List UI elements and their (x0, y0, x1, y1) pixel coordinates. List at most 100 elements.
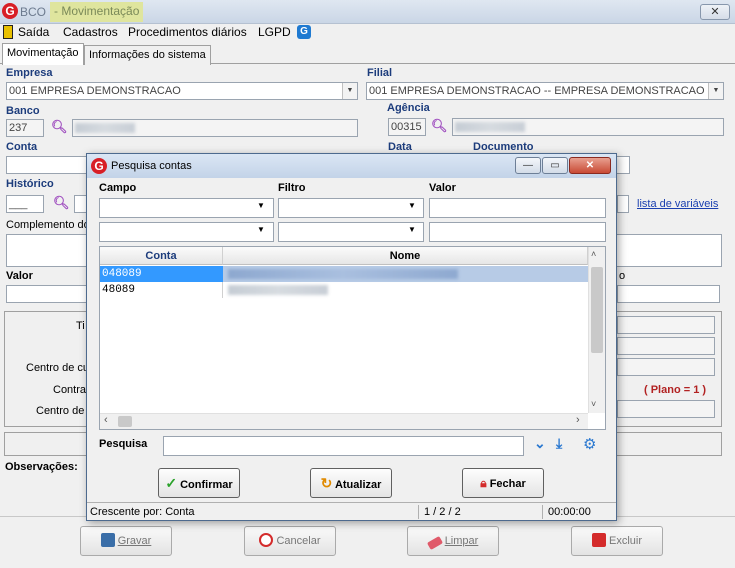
plano-text: ( Plano = 1 ) (644, 384, 707, 396)
dialog-logo-icon: G (91, 158, 107, 174)
dialog-status-bar: Crescente por: Conta 1 / 2 / 2 00:00:00 (87, 502, 616, 520)
banco-search-icon[interactable]: 🔍︎ (51, 119, 68, 135)
menu-lgpd[interactable]: LGPD (258, 25, 291, 39)
tipo-label: Ti (76, 320, 85, 332)
agencia-name-field (452, 118, 724, 136)
documento-label: Documento (473, 141, 534, 153)
status-sort: Crescente por: Conta (87, 505, 419, 519)
exit-door-icon (3, 25, 13, 39)
scroll-down-icon[interactable]: ˅ (591, 399, 596, 409)
conta-label: Conta (6, 141, 38, 153)
scroll-right-icon[interactable]: › (576, 414, 580, 426)
tab-system-info[interactable]: Informações do sistema (84, 45, 211, 65)
row-conta-cell[interactable]: 048089 (100, 266, 223, 282)
variables-list-link[interactable]: lista de variáveis (637, 198, 718, 210)
historico-search-icon[interactable]: 🔍︎ (53, 195, 70, 211)
banco-name-field (72, 119, 358, 137)
empresa-dropdown-icon[interactable]: ▼ (342, 83, 357, 99)
lock-icon: 🔒︎ (480, 476, 487, 490)
filtro-dropdown-icon-2: ▼ (408, 225, 416, 234)
column-header-nome[interactable]: Nome (223, 247, 588, 265)
scroll-up-icon[interactable]: ˄ (591, 249, 596, 259)
campo-select-1[interactable] (99, 198, 274, 218)
filtro-label: Filtro (278, 182, 306, 194)
empresa-select[interactable]: 001 EMPRESA DEMONSTRACAO (6, 82, 358, 100)
accounts-grid: Conta Nome 048089 48089 ˄ ˅ ‹ › (99, 246, 606, 430)
refresh-button[interactable]: ↻ Atualizar (310, 468, 392, 498)
app-name: BCO (20, 5, 47, 19)
filial-select[interactable]: 001 EMPRESA DEMONSTRACAO -- EMPRESA DEMO… (366, 82, 724, 100)
agencia-search-icon[interactable]: 🔍︎ (431, 118, 448, 134)
column-header-conta[interactable]: Conta (100, 247, 223, 265)
valor-input-1[interactable] (429, 198, 606, 218)
dialog-maximize-button[interactable]: ▭ (542, 157, 568, 174)
horizontal-scrollbar[interactable] (100, 413, 588, 429)
conta-field[interactable] (6, 156, 88, 174)
right-value-field[interactable] (617, 285, 720, 303)
search-accounts-dialog: G Pesquisa contas — ▭ ✕ Campo Filtro Val… (86, 153, 617, 521)
eraser-icon (426, 536, 443, 550)
filtro-select-1[interactable] (278, 198, 424, 218)
campo-select-2[interactable] (99, 222, 274, 242)
expand-down-icon[interactable]: ⌄ (534, 435, 546, 452)
status-count: 1 / 2 / 2 (421, 505, 543, 519)
valor-input-2[interactable] (429, 222, 606, 242)
campo-dropdown-icon-1: ▼ (257, 201, 265, 210)
dialog-minimize-button[interactable]: — (515, 157, 541, 174)
filtro-select-2[interactable] (278, 222, 424, 242)
right-field-1 (617, 316, 715, 334)
agencia-label: Agência (387, 102, 430, 114)
empresa-label: Empresa (6, 67, 53, 79)
menu-daily-procedures[interactable]: Procedimentos diários (128, 25, 247, 39)
agencia-code-field[interactable]: 00315 (388, 118, 426, 136)
centro-de-label: Centro de (36, 405, 85, 417)
campo-dropdown-icon-2: ▼ (257, 225, 265, 234)
complemento-label: Complemento do (6, 219, 90, 231)
row-nome-cell[interactable] (223, 282, 588, 298)
cancel-button[interactable]: Cancelar (244, 526, 336, 556)
filial-dropdown-icon[interactable]: ▼ (708, 83, 723, 99)
close-dialog-button[interactable]: 🔒︎ Fechar (462, 468, 544, 498)
checkmark-icon: ✓ (165, 475, 178, 491)
vertical-scroll-thumb[interactable] (591, 267, 603, 353)
refresh-icon: ↻ (320, 475, 333, 491)
status-time: 00:00:00 (548, 506, 591, 518)
data-label: Data (388, 141, 412, 153)
horizontal-scroll-thumb[interactable] (118, 416, 132, 427)
app-logo-icon: G (2, 3, 18, 19)
cancel-icon (259, 533, 274, 547)
gear-icon[interactable]: ⚙ (583, 435, 596, 453)
dialog-close-button[interactable]: ✕ (569, 157, 611, 174)
row-conta-cell[interactable]: 48089 (100, 282, 223, 298)
banco-label: Banco (6, 105, 40, 117)
window-close-button[interactable]: ✕ (700, 4, 730, 20)
historico-code-field[interactable]: ___ (6, 195, 44, 213)
clear-button[interactable]: Limpar (407, 526, 499, 556)
historico-label: Histórico (6, 178, 54, 190)
table-row[interactable]: 048089 (100, 266, 588, 282)
confirm-button[interactable]: ✓ Confirmar (158, 468, 240, 498)
banco-code-field[interactable]: 237 (6, 119, 44, 137)
table-row[interactable]: 48089 (100, 282, 588, 298)
valor-label: Valor (6, 270, 33, 282)
campo-label: Campo (99, 182, 137, 194)
historico-text-edge[interactable] (617, 195, 629, 213)
right-field-2 (617, 337, 715, 355)
pesquisa-input[interactable] (163, 436, 524, 456)
menu-exit[interactable]: Saída (18, 25, 49, 39)
scroll-left-icon[interactable]: ‹ (104, 414, 108, 426)
menu-register[interactable]: Cadastros (63, 25, 118, 39)
tab-movimentacao[interactable]: Movimentação (2, 43, 84, 65)
save-button[interactable]: Gravar (80, 526, 172, 556)
valor-filter-label: Valor (429, 182, 456, 194)
trash-icon (591, 533, 606, 547)
row-nome-cell[interactable] (223, 266, 588, 282)
delete-button[interactable]: Excluir (571, 526, 663, 556)
pesquisa-label: Pesquisa (99, 438, 148, 450)
floppy-disk-icon (100, 533, 115, 547)
lgpd-icon[interactable]: G (297, 25, 311, 39)
valor-field[interactable] (6, 285, 88, 303)
filtro-dropdown-icon-1: ▼ (408, 201, 416, 210)
field-label-o: o (619, 270, 626, 282)
go-to-last-icon[interactable]: ⤓ (556, 435, 562, 452)
